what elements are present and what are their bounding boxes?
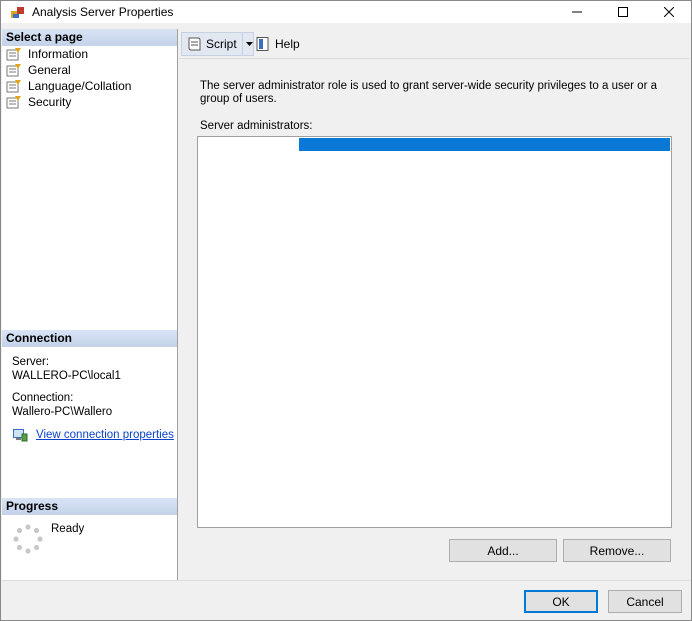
minimize-icon	[572, 11, 582, 13]
page-item-label: Security	[28, 95, 72, 109]
close-icon	[664, 7, 674, 17]
page-item-security[interactable]: Security	[6, 94, 71, 110]
server-administrators-label: Server administrators:	[200, 120, 313, 132]
dialog-footer: OK Cancel	[2, 580, 691, 620]
list-item[interactable]	[199, 138, 670, 151]
page-item-label: Information	[28, 47, 89, 61]
page-item-language-collation[interactable]: Language/Collation	[6, 78, 131, 94]
progress-header: Progress	[2, 498, 177, 515]
progress-spinner-icon	[13, 524, 43, 554]
remove-button[interactable]: Remove...	[563, 539, 671, 562]
redacted-name-mask	[199, 138, 299, 151]
chevron-down-icon	[245, 42, 253, 46]
select-page-header: Select a page	[2, 29, 177, 46]
page-item-label: Language/Collation	[28, 79, 132, 93]
connection-label: Connection:	[12, 392, 74, 404]
script-dropdown-button[interactable]	[242, 33, 255, 55]
close-button[interactable]	[646, 1, 692, 23]
script-label: Script	[206, 37, 237, 51]
add-button[interactable]: Add...	[449, 539, 557, 562]
window-title: Analysis Server Properties	[32, 5, 174, 19]
help-button[interactable]: Help	[255, 32, 300, 56]
view-connection-properties-label: View connection properties	[36, 429, 174, 441]
page-item-general[interactable]: General	[6, 62, 71, 78]
view-connection-properties-link[interactable]: View connection properties	[13, 428, 174, 442]
toolbar: Script Help	[179, 29, 690, 59]
script-icon	[188, 37, 201, 51]
help-label: Help	[275, 37, 300, 51]
analysis-server-icon	[11, 7, 24, 18]
page-icon	[6, 48, 21, 61]
progress-status: Ready	[51, 523, 85, 535]
maximize-icon	[618, 7, 628, 17]
ok-button[interactable]: OK	[524, 590, 598, 613]
page-item-label: General	[28, 63, 71, 77]
help-icon	[256, 37, 269, 51]
maximize-button[interactable]	[600, 1, 646, 23]
title-bar[interactable]: Analysis Server Properties	[1, 1, 691, 23]
minimize-button[interactable]	[554, 1, 600, 23]
connection-properties-icon	[13, 429, 28, 442]
connection-value: Wallero-PC\Wallero	[12, 406, 113, 418]
server-administrators-list[interactable]	[197, 136, 672, 528]
page-icon	[6, 64, 21, 77]
page-item-information[interactable]: Information	[6, 46, 88, 62]
script-button[interactable]: Script	[181, 32, 254, 56]
security-description: The server administrator role is used to…	[200, 80, 657, 105]
security-page: The server administrator role is used to…	[179, 59, 690, 580]
left-pane: Select a page Information General Langua…	[2, 29, 178, 580]
page-icon	[6, 96, 21, 109]
page-icon	[6, 80, 21, 93]
dialog-window: Analysis Server Properties Select a page…	[0, 0, 692, 621]
connection-header: Connection	[2, 330, 177, 347]
cancel-button[interactable]: Cancel	[608, 590, 682, 613]
server-label: Server:	[12, 356, 50, 368]
server-value: WALLERO-PC\local1	[12, 370, 121, 382]
